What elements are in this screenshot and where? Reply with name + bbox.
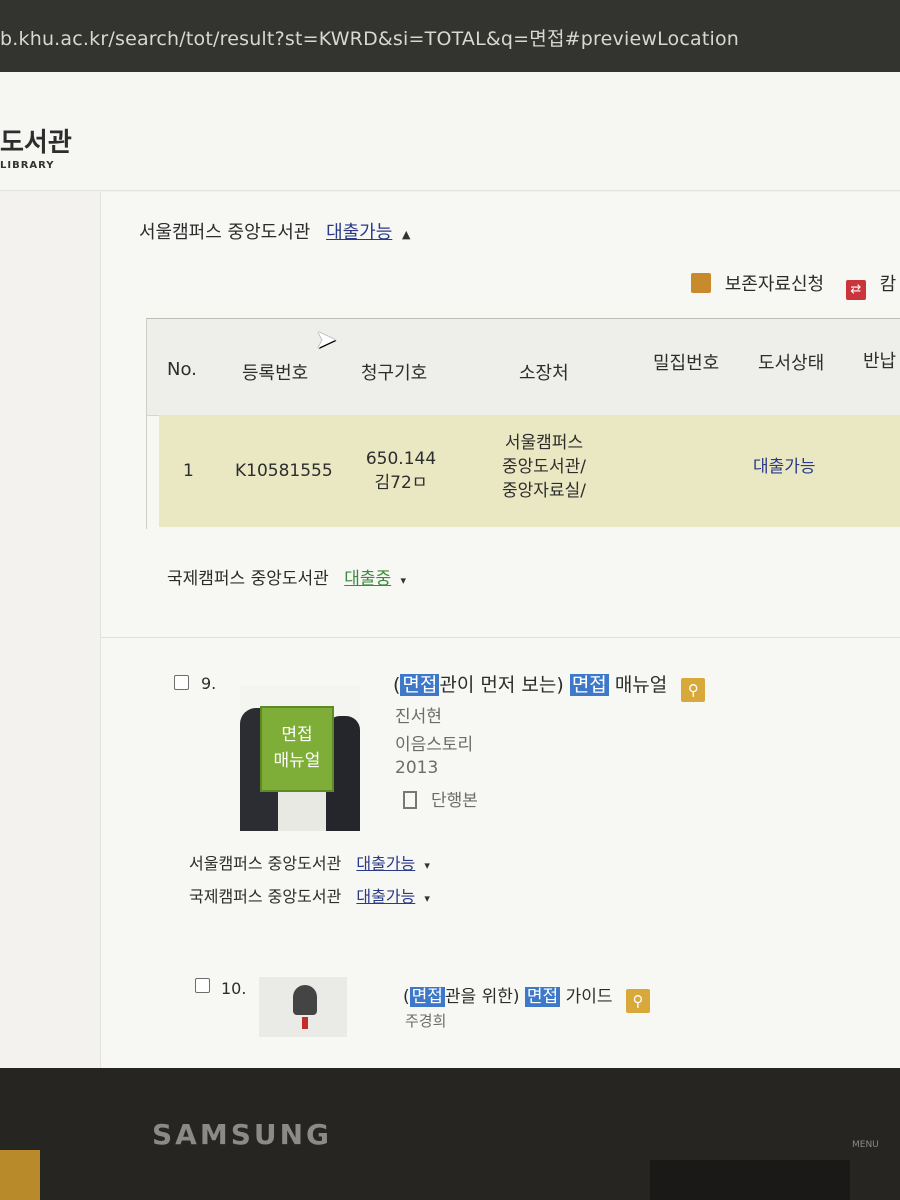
location-line3: 중앙자료실/ — [502, 481, 586, 501]
cover-board: 면접 매뉴얼 — [260, 706, 334, 792]
title-highlight: 면접 — [409, 987, 445, 1007]
address-bar[interactable]: b.khu.ac.kr/search/tot/result?st=KWRD&si… — [0, 0, 900, 72]
preview-search-icon[interactable]: ⚲ — [625, 989, 650, 1013]
cover-text: 매뉴얼 — [273, 751, 321, 771]
cell-reg-no: K10581555 — [235, 461, 333, 481]
result-9-cover[interactable]: 면접 매뉴얼 — [240, 686, 360, 831]
result-10-cover[interactable] — [259, 977, 347, 1037]
type-label: 단행본 — [431, 791, 478, 811]
caret-down-icon[interactable]: ▾ — [424, 859, 430, 872]
site-header: 도서관 LIBRARY — [0, 72, 900, 191]
caret-down-icon[interactable]: ▾ — [401, 574, 407, 587]
table-header: No. 등록번호 청구기호 소장처 밀집번호 도서상태 반납 — [147, 319, 900, 416]
result-10-number: 10. — [221, 979, 247, 998]
col-no: No. — [167, 359, 197, 380]
holding-toolbar: 보존자료신청 ⇄ 캄 — [691, 270, 896, 300]
col-location: 소장처 — [519, 363, 569, 384]
mouse-cursor-icon: ➤ — [315, 325, 337, 355]
divider — [101, 637, 900, 638]
result-9-type: 단행본 — [403, 786, 478, 811]
loan-status-link[interactable]: 대출가능 — [326, 222, 392, 243]
folder-icon — [691, 273, 711, 293]
title-part: ( — [403, 987, 410, 1007]
result-9-publisher: 이음스토리 — [395, 735, 474, 755]
col-call-no: 청구기호 — [361, 363, 428, 384]
url-text[interactable]: b.khu.ac.kr/search/tot/result?st=KWRD&si… — [0, 24, 739, 51]
library-name: 서울캠퍼스 중앙도서관 — [139, 222, 311, 243]
title-part: 관을 위한) — [444, 987, 525, 1007]
cell-no: 1 — [183, 461, 194, 481]
library-name: 국제캠퍼스 중앙도서관 — [167, 569, 329, 589]
call-no-line2: 김72ㅁ — [374, 473, 428, 493]
preview-search-icon[interactable]: ⚲ — [681, 678, 706, 702]
location-line2: 중앙도서관/ — [502, 457, 586, 477]
result-9-checkbox[interactable] — [174, 675, 189, 690]
result-9-holding-seoul: 서울캠퍼스 중앙도서관 대출가능 ▾ — [189, 850, 430, 874]
col-book-status: 도서상태 — [758, 353, 825, 374]
holding-global-top: 국제캠퍼스 중앙도서관 대출중 ▾ — [167, 564, 406, 589]
location-line1: 서울캠퍼스 — [504, 433, 584, 453]
library-logo-sub: LIBRARY — [0, 160, 55, 171]
caret-down-icon[interactable]: ▾ — [424, 892, 430, 905]
cell-call-no: 650.144 김72ㅁ — [365, 447, 437, 495]
transfer-icon[interactable]: ⇄ — [845, 280, 866, 300]
col-reg-no: 등록번호 — [242, 363, 309, 384]
holdings-table: No. 등록번호 청구기호 소장처 밀집번호 도서상태 반납 1 K105815… — [146, 318, 900, 529]
monitor-brand: SAMSUNG — [152, 1118, 333, 1151]
col-shelf-no: 밀집번호 — [653, 353, 720, 374]
title-part: 관이 먼저 보는) — [439, 674, 570, 696]
cell-book-status[interactable]: 대출가능 — [753, 455, 816, 479]
loan-status-link[interactable]: 대출가능 — [356, 854, 415, 873]
preserve-request-button[interactable]: 보존자료신청 — [725, 274, 824, 295]
table-row: 1 K10581555 650.144 김72ㅁ 서울캠퍼스 중앙도서관/ 중앙… — [159, 415, 900, 527]
cover-text: 면접 — [281, 725, 313, 745]
title-part: 매뉴얼 — [608, 674, 668, 696]
call-no-line1: 650.144 — [365, 449, 437, 469]
result-9-year: 2013 — [395, 758, 439, 778]
title-highlight: 면접 — [569, 674, 609, 696]
caret-up-icon[interactable]: ▲ — [402, 228, 410, 241]
monitor-stand — [650, 1160, 850, 1200]
result-9-author: 진서현 — [395, 707, 442, 727]
result-9-holding-global: 국제캠퍼스 중앙도서관 대출가능 ▾ — [189, 883, 430, 907]
search-results: 서울캠퍼스 중앙도서관 대출가능 ▲ 보존자료신청 ⇄ 캄 No. 등록번호 청… — [100, 192, 900, 1085]
title-highlight: 면접 — [400, 674, 440, 696]
library-logo[interactable]: 도서관 — [0, 122, 72, 159]
title-part: 가이드 — [560, 987, 613, 1007]
loan-status-link[interactable]: 대출가능 — [356, 887, 415, 906]
col-return: 반납 — [863, 351, 897, 372]
truncated-action[interactable]: 캄 — [880, 274, 897, 295]
loan-status-link[interactable]: 대출중 — [344, 569, 391, 589]
library-name: 서울캠퍼스 중앙도서관 — [189, 854, 342, 873]
result-9-number: 9. — [201, 674, 217, 693]
monitor-menu-label[interactable]: MENU — [852, 1140, 879, 1150]
result-10-checkbox[interactable] — [195, 978, 210, 993]
cover-person — [293, 985, 317, 1015]
result-10-author: 주경희 — [405, 1012, 447, 1030]
result-10-title[interactable]: (면접 관을 위한) 면접 가이드 ⚲ — [403, 982, 650, 1013]
library-name: 국제캠퍼스 중앙도서관 — [189, 887, 342, 906]
browser-screen: b.khu.ac.kr/search/tot/result?st=KWRD&si… — [0, 0, 900, 1085]
cell-location: 서울캠퍼스 중앙도서관/ 중앙자료실/ — [489, 431, 599, 503]
desk-surface — [0, 1150, 40, 1200]
holding-seoul-top: 서울캠퍼스 중앙도서관 대출가능 ▲ — [139, 218, 411, 244]
book-type-icon — [403, 791, 417, 809]
result-9-title[interactable]: (면접 관이 먼저 보는) 면접 매뉴얼 ⚲ — [393, 670, 706, 702]
cover-tie — [302, 1017, 308, 1029]
title-highlight: 면접 — [524, 987, 561, 1007]
